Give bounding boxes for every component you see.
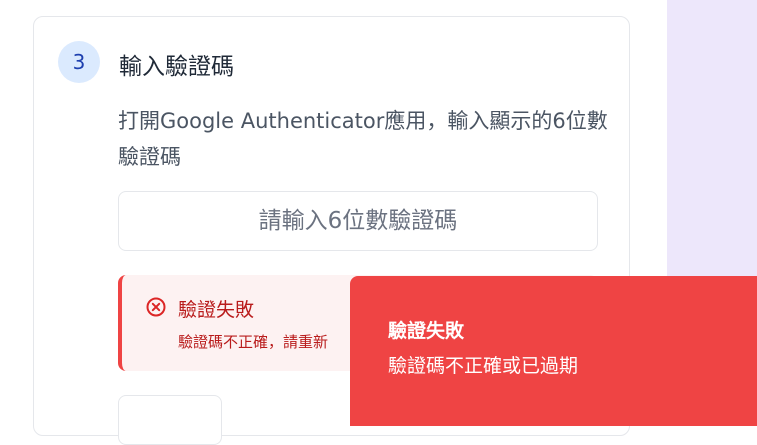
action-button[interactable] [118, 395, 222, 445]
verification-code-input[interactable] [118, 191, 598, 251]
step-instruction: 打開Google Authenticator應用，輸入顯示的6位數驗證碼 [118, 109, 608, 169]
toast-message: 驗證碼不正確或已過期 [388, 355, 579, 377]
step-number-badge: 3 [58, 41, 100, 83]
toast-title: 驗證失敗 [388, 320, 465, 342]
error-toast: 驗證失敗 驗證碼不正確或已過期 [350, 276, 757, 426]
alert-title: 驗證失敗 [178, 299, 255, 321]
x-circle-icon [146, 297, 166, 317]
alert-message: 驗證碼不正確，請重新 [178, 333, 329, 351]
step-title: 輸入驗證碼 [119, 54, 234, 80]
